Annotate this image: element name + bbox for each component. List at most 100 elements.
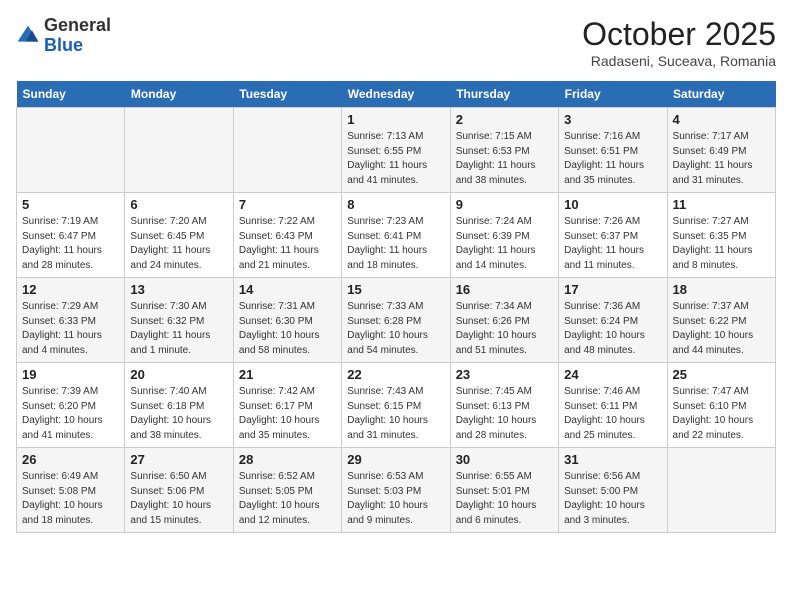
day-cell: 7 Sunrise: 7:22 AM Sunset: 6:43 PM Daylig… [233,193,341,278]
day-info: Sunrise: 6:52 AM Sunset: 5:05 PM Dayligh… [239,470,336,528]
day-cell: 6Sunrise: 7:20 AM Sunset: 6:45 PM Daylig… [125,193,233,278]
day-cell: 10 Sunrise: 7:26 AM Sunset: 6:37 PM Dayli… [559,193,667,278]
day-cell: 15Sunrise: 7:33 AM Sunset: 6:28 PM Dayli… [342,278,450,363]
day-cell: 12 Sunrise: 7:29 AM Sunset: 6:33 PM Dayli… [17,278,125,363]
weekday-header-thursday: Thursday [450,81,558,108]
day-info: Sunrise: 7:39 AM Sunset: 6:20 PM Dayligh… [22,385,119,443]
day-number: 14 [239,282,336,297]
day-cell: 23 Sunrise: 7:45 AM Sunset: 6:13 PM Dayli… [450,363,558,448]
day-info: Sunrise: 7:15 AM Sunset: 6:53 PM Dayligh… [456,130,553,188]
day-info: Sunrise: 7:17 AM Sunset: 6:49 PM Dayligh… [673,130,770,188]
day-info: Sunrise: 6:56 AM Sunset: 5:00 PM Dayligh… [564,470,661,528]
day-info: Sunrise: 7:30 AM Sunset: 6:32 PM Dayligh… [130,300,227,358]
logo-text: General Blue [44,16,111,56]
month-title: October 2025 [582,16,776,53]
day-number: 17 [564,282,661,297]
week-row-3: 12 Sunrise: 7:29 AM Sunset: 6:33 PM Dayli… [17,278,776,363]
day-info: Sunrise: 7:34 AM Sunset: 6:26 PM Dayligh… [456,300,553,358]
day-info: Sunrise: 7:36 AM Sunset: 6:24 PM Dayligh… [564,300,661,358]
day-number: 24 [564,367,661,382]
day-cell: 26Sunrise: 6:49 AM Sunset: 5:08 PM Dayli… [17,448,125,533]
week-row-1: 1 Sunrise: 7:13 AM Sunset: 6:55 PM Daylig… [17,108,776,193]
day-info: Sunrise: 6:50 AM Sunset: 5:06 PM Dayligh… [130,470,227,528]
weekday-header-monday: Monday [125,81,233,108]
day-info: Sunrise: 7:22 AM Sunset: 6:43 PM Dayligh… [239,215,336,273]
day-number: 31 [564,452,661,467]
day-number: 28 [239,452,336,467]
day-cell: 11Sunrise: 7:27 AM Sunset: 6:35 PM Dayli… [667,193,775,278]
day-number: 9 [456,197,553,212]
day-number: 13 [130,282,227,297]
day-cell: 28 Sunrise: 6:52 AM Sunset: 5:05 PM Dayli… [233,448,341,533]
day-cell: 22 Sunrise: 7:43 AM Sunset: 6:15 PM Dayli… [342,363,450,448]
day-info: Sunrise: 7:16 AM Sunset: 6:51 PM Dayligh… [564,130,661,188]
day-number: 3 [564,112,661,127]
weekday-header-wednesday: Wednesday [342,81,450,108]
day-number: 16 [456,282,553,297]
day-number: 7 [239,197,336,212]
day-cell: 25 Sunrise: 7:47 AM Sunset: 6:10 PM Dayli… [667,363,775,448]
day-number: 23 [456,367,553,382]
day-cell: 1 Sunrise: 7:13 AM Sunset: 6:55 PM Daylig… [342,108,450,193]
day-cell: 5 Sunrise: 7:19 AM Sunset: 6:47 PM Daylig… [17,193,125,278]
day-info: Sunrise: 7:26 AM Sunset: 6:37 PM Dayligh… [564,215,661,273]
day-number: 5 [22,197,119,212]
weekday-header-sunday: Sunday [17,81,125,108]
day-cell: 14 Sunrise: 7:31 AM Sunset: 6:30 PM Dayli… [233,278,341,363]
day-number: 25 [673,367,770,382]
week-row-2: 5 Sunrise: 7:19 AM Sunset: 6:47 PM Daylig… [17,193,776,278]
week-row-4: 19Sunrise: 7:39 AM Sunset: 6:20 PM Dayli… [17,363,776,448]
logo-general: General [44,15,111,35]
weekday-header-tuesday: Tuesday [233,81,341,108]
calendar-body: 1 Sunrise: 7:13 AM Sunset: 6:55 PM Daylig… [17,108,776,533]
day-info: Sunrise: 7:24 AM Sunset: 6:39 PM Dayligh… [456,215,553,273]
day-cell [233,108,341,193]
day-cell: 3 Sunrise: 7:16 AM Sunset: 6:51 PM Daylig… [559,108,667,193]
calendar-header: SundayMondayTuesdayWednesdayThursdayFrid… [17,81,776,108]
day-cell [667,448,775,533]
day-number: 22 [347,367,444,382]
day-cell: 2 Sunrise: 7:15 AM Sunset: 6:53 PM Daylig… [450,108,558,193]
day-number: 30 [456,452,553,467]
day-info: Sunrise: 7:43 AM Sunset: 6:15 PM Dayligh… [347,385,444,443]
day-number: 1 [347,112,444,127]
day-info: Sunrise: 7:33 AM Sunset: 6:28 PM Dayligh… [347,300,444,358]
day-number: 18 [673,282,770,297]
day-number: 10 [564,197,661,212]
day-info: Sunrise: 7:29 AM Sunset: 6:33 PM Dayligh… [22,300,119,358]
day-cell: 9 Sunrise: 7:24 AM Sunset: 6:39 PM Daylig… [450,193,558,278]
day-number: 4 [673,112,770,127]
day-cell: 30 Sunrise: 6:55 AM Sunset: 5:01 PM Dayli… [450,448,558,533]
day-info: Sunrise: 7:19 AM Sunset: 6:47 PM Dayligh… [22,215,119,273]
day-cell: 16 Sunrise: 7:34 AM Sunset: 6:26 PM Dayli… [450,278,558,363]
day-number: 2 [456,112,553,127]
day-info: Sunrise: 7:47 AM Sunset: 6:10 PM Dayligh… [673,385,770,443]
weekday-header-saturday: Saturday [667,81,775,108]
weekday-header-friday: Friday [559,81,667,108]
day-info: Sunrise: 7:13 AM Sunset: 6:55 PM Dayligh… [347,130,444,188]
logo-blue: Blue [44,35,83,55]
day-cell: 24 Sunrise: 7:46 AM Sunset: 6:11 PM Dayli… [559,363,667,448]
page-header: General Blue October 2025 Radaseni, Suce… [16,16,776,69]
day-cell: 8Sunrise: 7:23 AM Sunset: 6:41 PM Daylig… [342,193,450,278]
day-info: Sunrise: 7:46 AM Sunset: 6:11 PM Dayligh… [564,385,661,443]
day-info: Sunrise: 7:45 AM Sunset: 6:13 PM Dayligh… [456,385,553,443]
day-number: 8 [347,197,444,212]
day-info: Sunrise: 6:55 AM Sunset: 5:01 PM Dayligh… [456,470,553,528]
location-subtitle: Radaseni, Suceava, Romania [582,53,776,69]
day-number: 21 [239,367,336,382]
day-number: 12 [22,282,119,297]
day-number: 6 [130,197,227,212]
calendar-table: SundayMondayTuesdayWednesdayThursdayFrid… [16,81,776,533]
day-cell: 21Sunrise: 7:42 AM Sunset: 6:17 PM Dayli… [233,363,341,448]
title-block: October 2025 Radaseni, Suceava, Romania [582,16,776,69]
day-cell: 31 Sunrise: 6:56 AM Sunset: 5:00 PM Dayli… [559,448,667,533]
day-cell [17,108,125,193]
day-info: Sunrise: 7:37 AM Sunset: 6:22 PM Dayligh… [673,300,770,358]
day-cell: 4 Sunrise: 7:17 AM Sunset: 6:49 PM Daylig… [667,108,775,193]
day-info: Sunrise: 7:31 AM Sunset: 6:30 PM Dayligh… [239,300,336,358]
day-cell: 27Sunrise: 6:50 AM Sunset: 5:06 PM Dayli… [125,448,233,533]
day-cell [125,108,233,193]
day-info: Sunrise: 7:40 AM Sunset: 6:18 PM Dayligh… [130,385,227,443]
day-number: 11 [673,197,770,212]
